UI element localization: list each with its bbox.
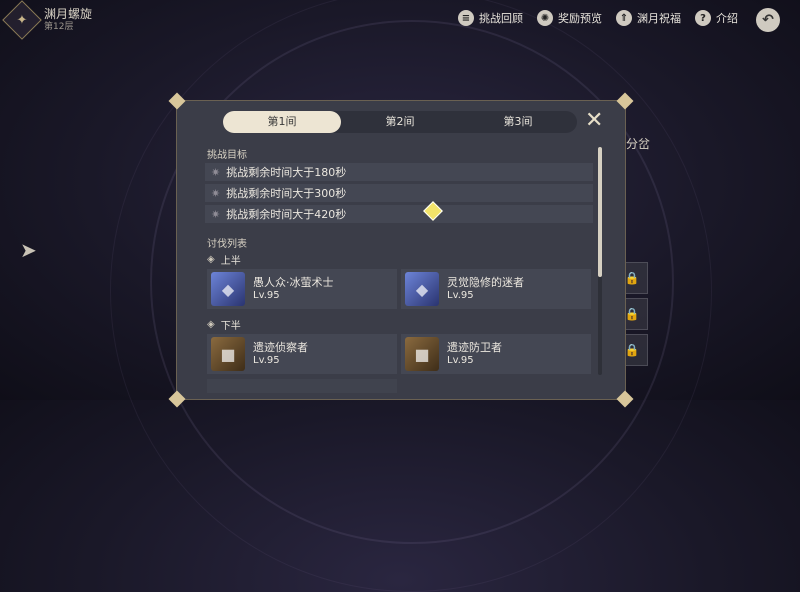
enemies-title: 讨伐列表 (207, 239, 247, 250)
top-nav: ≡ 挑战回顾 ✺ 奖励预览 ⇑ 渊月祝福 ? 介绍 (458, 10, 738, 26)
back-arrow-icon: ↶ (762, 12, 774, 28)
enemy-portrait: ◆ (405, 272, 439, 306)
goal-row: ✷ 挑战剩余时间大于180秒 (205, 163, 593, 181)
chamber-tabs: 第1间 第2间 第3间 (223, 111, 577, 133)
enemy-level: Lv.95 (253, 290, 280, 301)
diamond-icon: ◈ (207, 319, 215, 330)
enemy-portrait: ◆ (211, 272, 245, 306)
book-icon: ≡ (458, 10, 474, 26)
enemy-card[interactable]: ■ 遗迹防卫者 Lv.95 (401, 334, 591, 374)
second-half-header: ◈ 下半 (207, 317, 241, 332)
floor-label: 第12层 (44, 22, 74, 32)
intro-button[interactable]: ? 介绍 (695, 10, 738, 26)
header: ✦ 渊月螺旋 第12层 (2, 0, 93, 40)
enemy-level: Lv.95 (447, 355, 474, 366)
nav-label: 渊月祝福 (637, 12, 681, 25)
reward-preview-button[interactable]: ✺ 奖励预览 (537, 10, 602, 26)
enemy-level: Lv.95 (253, 355, 280, 366)
back-button[interactable]: ↶ (756, 8, 780, 32)
blessing-button[interactable]: ⇑ 渊月祝福 (616, 10, 681, 26)
goal-text: 挑战剩余时间大于420秒 (226, 208, 347, 221)
nav-label: 介绍 (716, 12, 738, 25)
enemy-name: 灵觉隐修的迷者 (447, 276, 524, 289)
enemy-level: Lv.95 (447, 290, 474, 301)
enemy-card-partial (207, 379, 397, 393)
enemy-name: 遗迹侦察者 (253, 341, 308, 354)
enemy-portrait: ■ (405, 337, 439, 371)
enemy-card[interactable]: ◆ 灵觉隐修的迷者 Lv.95 (401, 269, 591, 309)
close-icon[interactable]: ✕ (585, 109, 603, 133)
nav-label: 挑战回顾 (479, 12, 523, 25)
blessing-icon: ⇑ (616, 10, 632, 26)
page-title: 渊月螺旋 (44, 7, 93, 21)
gear-icon: ✺ (537, 10, 553, 26)
tab-chamber-2[interactable]: 第2间 (341, 111, 459, 133)
diamond-icon: ◈ (207, 254, 215, 265)
star-icon: ✷ (211, 165, 221, 179)
goal-text: 挑战剩余时间大于180秒 (226, 166, 347, 179)
scrollbar[interactable] (598, 147, 602, 375)
background-side-text: 分岔 (626, 137, 651, 151)
nav-label: 奖励预览 (558, 12, 602, 25)
goal-text: 挑战剩余时间大于300秒 (226, 187, 347, 200)
enemy-name: 愚人众·冰萤术士 (253, 276, 334, 289)
tab-chamber-1[interactable]: 第1间 (223, 111, 341, 133)
scrollbar-thumb[interactable] (598, 147, 602, 277)
prev-arrow-icon[interactable]: ➤ (20, 238, 37, 262)
star-icon: ✷ (211, 186, 221, 200)
enemy-name: 遗迹防卫者 (447, 341, 502, 354)
first-half-header: ◈ 上半 (207, 252, 241, 267)
enemy-card[interactable]: ◆ 愚人众·冰萤术士 Lv.95 (207, 269, 397, 309)
chamber-panel: 第1间 第2间 第3间 ✕ 挑战目标 ✷ 挑战剩余时间大于180秒 ✷ 挑战剩余… (168, 92, 634, 408)
abyss-emblem-icon: ✦ (2, 0, 42, 40)
goals-title: 挑战目标 (207, 150, 247, 161)
goal-row: ✷ 挑战剩余时间大于300秒 (205, 184, 593, 202)
goal-row: ✷ 挑战剩余时间大于420秒 (205, 205, 593, 223)
challenge-review-button[interactable]: ≡ 挑战回顾 (458, 10, 523, 26)
tab-chamber-3[interactable]: 第3间 (459, 111, 577, 133)
enemy-portrait: ■ (211, 337, 245, 371)
half-label: 上半 (220, 256, 241, 267)
enemy-card[interactable]: ■ 遗迹侦察者 Lv.95 (207, 334, 397, 374)
help-icon: ? (695, 10, 711, 26)
half-label: 下半 (220, 321, 241, 332)
star-icon: ✷ (211, 207, 221, 221)
